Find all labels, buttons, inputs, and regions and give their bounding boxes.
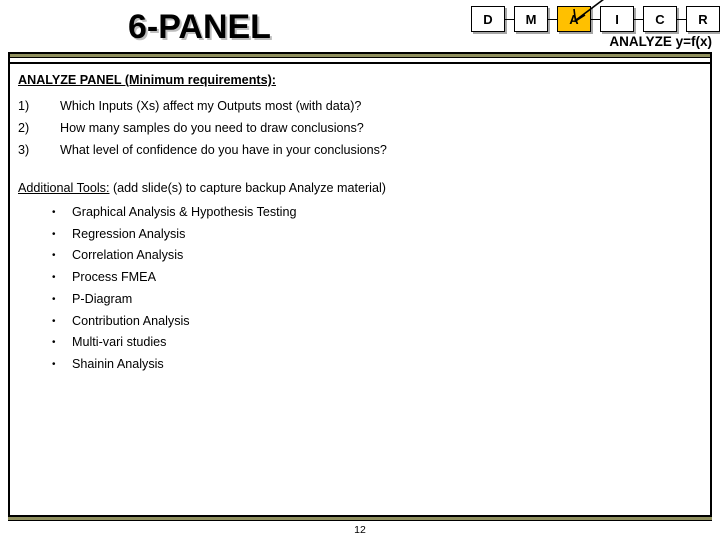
requirement-item: 3) What level of confidence do you have i… (18, 139, 698, 161)
requirement-marker: 2) (18, 121, 30, 135)
requirement-text: How many samples do you need to draw con… (60, 121, 364, 135)
bullet-icon: • (52, 207, 56, 218)
tool-item: • Multi-vari studies (18, 332, 698, 354)
tool-label: Graphical Analysis & Hypothesis Testing (72, 205, 297, 219)
tool-label: P-Diagram (72, 291, 133, 306)
slide-canvas: 6-PANEL DMAICR ANALYZE y=f(x) ANALYZE PA… (0, 0, 720, 540)
page-number: 12 (354, 524, 366, 536)
bullet-icon: • (52, 337, 56, 349)
tool-item: • Process FMEA (18, 267, 698, 289)
additional-tools-label: Additional Tools: (18, 181, 110, 195)
tool-item: • Shainin Analysis (18, 354, 698, 376)
section-heading: ANALYZE PANEL (Minimum requirements): (18, 73, 276, 87)
tool-label: Process FMEA (72, 270, 156, 285)
bullet-icon: • (52, 293, 56, 305)
roadmap-step-m[interactable]: M (514, 6, 548, 32)
dmaic-roadmap: DMAICR (471, 5, 720, 33)
bullet-icon: • (52, 228, 56, 240)
additional-tools-note: (add slide(s) to capture backup Analyze … (109, 181, 386, 195)
requirement-text: Which Inputs (Xs) affect my Outputs most… (60, 99, 362, 113)
requirement-text: What level of confidence do you have in … (60, 143, 387, 157)
slide-header: 6-PANEL DMAICR ANALYZE y=f(x) (0, 0, 720, 52)
slide-content: ANALYZE PANEL (Minimum requirements): 1)… (18, 73, 698, 376)
minimum-requirements-list: 1) Which Inputs (Xs) affect my Outputs mo… (18, 95, 698, 161)
roadmap-connector (505, 18, 514, 20)
roadmap-step-a[interactable]: A (557, 6, 591, 32)
tool-item: • Graphical Analysis & Hypothesis Testing (18, 202, 698, 224)
tool-item: • Contribution Analysis (18, 311, 698, 333)
bullet-icon: • (52, 358, 56, 370)
tool-label: Contribution Analysis (72, 313, 190, 328)
bullet-icon: • (52, 250, 56, 262)
roadmap-connector (634, 18, 643, 20)
tool-item: • Correlation Analysis (18, 245, 698, 267)
roadmap-connector (591, 18, 600, 20)
divider-top (8, 52, 712, 59)
tool-item: • Regression Analysis (18, 224, 698, 246)
frame-border-right (710, 52, 712, 517)
roadmap-connector (677, 18, 686, 20)
tool-label: Correlation Analysis (72, 248, 184, 263)
page-title: 6-PANEL (128, 8, 271, 46)
requirement-item: 2) How many samples do you need to draw c… (18, 117, 698, 139)
tool-label: Shainin Analysis (72, 356, 164, 371)
divider-bottom-dark-line-2 (8, 519, 712, 521)
frame-border-left (8, 52, 10, 517)
roadmap-step-r[interactable]: R (686, 6, 720, 32)
requirement-item: 1) Which Inputs (Xs) affect my Outputs mo… (18, 95, 698, 117)
roadmap-step-d[interactable]: D (471, 6, 505, 32)
tool-label: Regression Analysis (72, 226, 186, 241)
divider-hairline (8, 62, 712, 64)
additional-tools-list: • Graphical Analysis & Hypothesis Testing… (18, 202, 698, 376)
bullet-icon: • (52, 272, 56, 284)
roadmap-step-c[interactable]: C (643, 6, 677, 32)
divider-bottom (8, 515, 712, 522)
requirement-marker: 1) (18, 99, 30, 113)
tool-item: • P-Diagram (18, 289, 698, 311)
tool-label: Multi-vari studies (72, 335, 167, 350)
phase-label: ANALYZE y=f(x) (609, 34, 712, 49)
roadmap-step-i[interactable]: I (600, 6, 634, 32)
bullet-icon: • (52, 315, 56, 327)
divider-top-dark-line-2 (8, 56, 712, 58)
roadmap-connector (548, 18, 557, 20)
requirement-marker: 3) (18, 143, 30, 157)
additional-tools-heading: Additional Tools: (add slide(s) to captu… (18, 181, 698, 195)
